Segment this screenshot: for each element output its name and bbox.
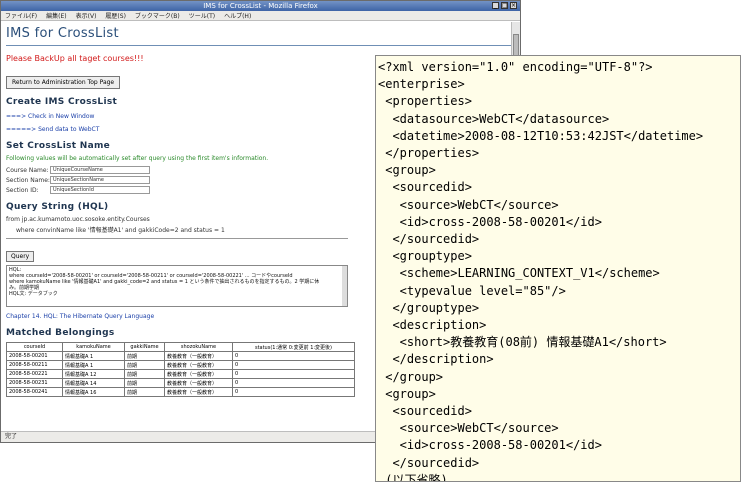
xml-line: <?xml version="1.0" encoding="UTF-8"?> — [378, 60, 653, 74]
cell-status: 0 — [232, 387, 355, 397]
cell-kamoku-name: 情報基礎A 14 — [62, 378, 125, 388]
col-kamoku-name: kamokuName — [62, 342, 125, 352]
section-id-label: Section ID: — [6, 186, 39, 194]
xml-line: <scheme>LEARNING_CONTEXT_V1</scheme> — [378, 266, 660, 281]
xml-line: <description> — [378, 318, 487, 333]
xml-line: <grouptype> — [378, 249, 472, 264]
xml-line: <source>WebCT</source> — [378, 197, 559, 212]
cell-shozoku-name: 教養教育（一般教育） — [164, 378, 233, 388]
xml-line: <group> — [378, 163, 436, 178]
cell-kamoku-name: 情報基礎A 1 — [62, 351, 125, 361]
course-name-label: Course Name: — [6, 166, 49, 174]
xml-line: </properties> — [378, 146, 480, 161]
section-name-label: Section Name: — [6, 176, 50, 184]
xml-line: <source>WebCT</source> — [378, 421, 559, 436]
cell-gakki-name: 前期 — [124, 378, 165, 388]
hql-output-box[interactable]: HQL: where courseId='2008-58-00201' or c… — [6, 265, 348, 307]
window-titlebar: IMS for CrossList - Mozilla Firefox _ □ … — [1, 1, 520, 11]
table-row: 2008-58-00201 情報基礎A 1 前期 教養教育（一般教育） 0 — [6, 351, 355, 361]
hql-line: HQL文: データブック — [9, 291, 58, 297]
xml-line: <properties> — [378, 94, 472, 109]
menu-edit[interactable]: 編集(E) — [46, 11, 66, 20]
query-button[interactable]: Query — [6, 251, 35, 262]
cell-course-id: 2008-58-00211 — [6, 360, 63, 370]
xml-line: <datetime>2008-08-12T10:53:42JST</dateti… — [378, 128, 704, 143]
xml-line: <typevalue level="85"/> — [378, 283, 566, 298]
cell-gakki-name: 前期 — [124, 360, 165, 370]
col-course-id: courseId — [6, 342, 63, 352]
maximize-icon[interactable]: □ — [501, 2, 508, 9]
page-title: IMS for CrossList — [6, 26, 119, 41]
cell-shozoku-name: 教養教育（一般教育） — [164, 351, 233, 361]
minimize-icon[interactable]: _ — [492, 2, 499, 9]
xml-line: <sourcedid> — [378, 404, 472, 419]
table-row: 2008-58-00211 情報基礎A 1 前期 教養教育（一般教育） 0 — [6, 360, 355, 370]
xml-line: </grouptype> — [378, 300, 480, 315]
cell-gakki-name: 前期 — [124, 387, 165, 397]
section-name-input[interactable]: UniqueSectionName — [50, 176, 150, 184]
cell-course-id: 2008-58-00241 — [6, 387, 63, 397]
title-divider — [6, 45, 511, 46]
cell-status: 0 — [232, 378, 355, 388]
cell-kamoku-name: 情報基礎A 1 — [62, 360, 125, 370]
cell-status: 0 — [232, 369, 355, 379]
cell-status: 0 — [232, 351, 355, 361]
results-table: courseId kamokuName gakkiName shozokuNam… — [6, 342, 355, 397]
xml-line: <short>教養教育(08前) 情報基礎A1</short> — [378, 335, 667, 350]
section-id-input[interactable]: UniqueSectionId — [50, 186, 150, 194]
table-row: 2008-58-00241 情報基礎A 16 前期 教養教育（一般教育） 0 — [6, 387, 355, 397]
cell-gakki-name: 前期 — [124, 351, 165, 361]
hql-scrollbar[interactable] — [342, 266, 347, 306]
cell-kamoku-name: 情報基礎A 12 — [62, 369, 125, 379]
xml-line: <enterprise> — [378, 77, 465, 92]
xml-line: <datasource>WebCT</datasource> — [378, 111, 610, 126]
menu-view[interactable]: 表示(V) — [76, 11, 97, 20]
xml-line: <id>cross-2008-58-00201</id> — [378, 214, 602, 229]
cell-shozoku-name: 教養教育（一般教育） — [164, 387, 233, 397]
xml-line: </sourcedid> — [378, 455, 480, 470]
table-row: 2008-58-00231 情報基礎A 14 前期 教養教育（一般教育） 0 — [6, 378, 355, 388]
xml-line: </description> — [378, 352, 494, 367]
xml-line: <id>cross-2008-58-00201</id> — [378, 438, 602, 453]
xml-line: </group> — [378, 369, 444, 384]
table-row: 2008-58-00221 情報基礎A 12 前期 教養教育（一般教育） 0 — [6, 369, 355, 379]
menu-history[interactable]: 履歴(S) — [105, 11, 126, 20]
cell-shozoku-name: 教養教育（一般教育） — [164, 369, 233, 379]
window-controls: _ □ × — [492, 2, 517, 9]
cell-course-id: 2008-58-00201 — [6, 351, 63, 361]
xml-line: <sourcedid> — [378, 180, 472, 195]
cell-course-id: 2008-58-00221 — [6, 369, 63, 379]
window-title: IMS for CrossList - Mozilla Firefox — [203, 2, 318, 10]
col-shozoku-name: shozokuName — [164, 342, 233, 352]
cell-course-id: 2008-58-00231 — [6, 378, 63, 388]
query-divider — [6, 238, 348, 239]
xml-line: </sourcedid> — [378, 232, 480, 247]
course-name-input[interactable]: UniqueCourseName — [50, 166, 150, 174]
return-admin-button[interactable]: Return to Administration Top Page — [6, 76, 121, 89]
hql-line: where kamokuName like '情報基礎A1' and gakki… — [9, 279, 320, 285]
cell-status: 0 — [232, 360, 355, 370]
col-status: status(1:通常 0:変更前 1:変更後) — [232, 342, 355, 352]
xml-line: <group> — [378, 386, 436, 401]
menu-file[interactable]: ファイル(F) — [5, 11, 37, 20]
cell-shozoku-name: 教養教育（一般教育） — [164, 360, 233, 370]
menu-tools[interactable]: ツール(T) — [189, 11, 215, 20]
cell-gakki-name: 前期 — [124, 369, 165, 379]
menu-help[interactable]: ヘルプ(H) — [224, 11, 251, 20]
col-gakki-name: gakkiName — [124, 342, 165, 352]
close-icon[interactable]: × — [510, 2, 517, 9]
xml-line: (以下省略) — [378, 472, 448, 482]
menu-bookmarks[interactable]: ブックマーク(B) — [135, 11, 180, 20]
xml-output-panel: <?xml version="1.0" encoding="UTF-8"?> <… — [375, 55, 741, 482]
cell-kamoku-name: 情報基礎A 16 — [62, 387, 125, 397]
table-header-row: courseId kamokuName gakkiName shozokuNam… — [6, 342, 355, 352]
menu-bar: ファイル(F) 編集(E) 表示(V) 履歴(S) ブックマーク(B) ツール(… — [1, 11, 520, 21]
